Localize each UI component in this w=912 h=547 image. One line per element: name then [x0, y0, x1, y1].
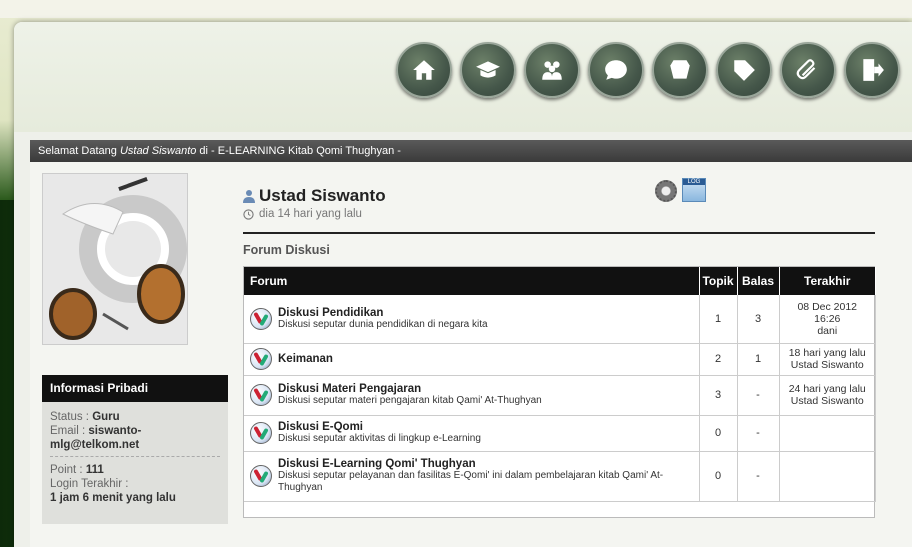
paperclip-icon: [796, 59, 816, 80]
welcome-prefix: Selamat Datang: [38, 145, 120, 157]
info-title: Informasi Pribadi: [42, 375, 228, 402]
last-time: 16:26: [814, 312, 841, 325]
clock-icon: [243, 208, 254, 220]
point-row: Point : 111: [50, 463, 220, 477]
forum-desc: Diskusi seputar pelayanan dan fasilitas …: [278, 470, 664, 493]
header-topik: Topik: [699, 267, 738, 295]
forum-title-link[interactable]: Diskusi E-Learning Qomi' Thughyan: [278, 458, 693, 470]
forum-icon: [250, 465, 272, 487]
forum-title-link[interactable]: Diskusi Pendidikan: [278, 307, 488, 319]
welcome-suffix: di - E-LEARNING Kitab Qomi Thughyan -: [196, 145, 401, 157]
last-post: [779, 451, 876, 502]
last-user: Ustad Siswanto: [790, 359, 864, 371]
balas-count: 1: [737, 343, 780, 376]
forum-section-title: Forum Diskusi: [243, 243, 330, 257]
user-icon: [243, 190, 255, 203]
last-post[interactable]: 24 hari yang lalu Ustad Siswanto: [779, 375, 876, 416]
nav-class-button[interactable]: [460, 42, 516, 98]
info-panel: Status : Guru Email : siswanto-mlg@telko…: [42, 402, 228, 524]
table-row: Diskusi Pendidikan Diskusi seputar dunia …: [244, 295, 876, 344]
forum-icon: [250, 307, 272, 330]
forum-title-link[interactable]: Diskusi E-Qomi: [278, 421, 481, 433]
forum-icon: [250, 384, 272, 406]
last-date: 08 Dec 2012: [797, 300, 858, 313]
user-block: Ustad Siswanto dia 14 hari yang lalu: [243, 186, 386, 220]
status-row: Status : Guru: [50, 410, 220, 424]
email-label: Email :: [50, 425, 89, 437]
login-value: 1 jam 6 menit yang lalu: [50, 492, 176, 504]
background-band: [0, 0, 912, 18]
login-label: Login Terakhir :: [50, 478, 129, 490]
topik-count: 2: [699, 343, 738, 376]
forum-desc: Diskusi seputar aktivitas di lingkup e-L…: [278, 433, 481, 444]
log-icon[interactable]: LOG: [682, 178, 706, 202]
table-row: Diskusi E-Qomi Diskusi seputar aktivitas …: [244, 415, 876, 452]
email-row: Email : siswanto-mlg@telkom.net: [50, 424, 220, 452]
tag-icon: [734, 60, 755, 81]
welcome-user-name: Ustad Siswanto: [119, 145, 197, 157]
table-row: Diskusi E-Learning Qomi' Thughyan Diskusi…: [244, 451, 876, 502]
forum-desc: Diskusi seputar materi pengajaran kitab …: [278, 395, 542, 406]
last-post[interactable]: 18 hari yang lalu Ustad Siswanto: [779, 343, 876, 376]
forum-icon: [250, 348, 272, 370]
user-header: Ustad Siswanto: [243, 186, 386, 206]
last-post[interactable]: 08 Dec 2012 16:26 dani: [779, 295, 876, 344]
table-row: Keimanan 2 1 18 hari yang lalu Ustad Sisw…: [244, 343, 876, 376]
table-row: Diskusi Materi Pengajaran Diskusi seputar…: [244, 375, 876, 416]
welcome-bar: Selamat Datang Ustad Siswanto di - E-LEA…: [30, 140, 912, 162]
divider: [243, 232, 875, 234]
forum-table: Forum Topik Balas Terakhir Diskusi Pendi…: [243, 266, 876, 518]
log-label: LOG: [683, 179, 705, 185]
forum-title-link[interactable]: Keimanan: [278, 353, 333, 365]
nav-attachment-button[interactable]: [780, 42, 836, 98]
header-forum: Forum: [244, 267, 700, 295]
balas-count: -: [737, 375, 780, 416]
topik-count: 0: [699, 451, 738, 502]
status-value: Guru: [92, 411, 120, 423]
last-date: 24 hari yang lalu: [788, 383, 866, 395]
last-post: [779, 415, 876, 452]
chat-bubble-icon: [605, 60, 627, 80]
last-date: 18 hari yang lalu: [788, 347, 866, 359]
header-terakhir: Terakhir: [779, 267, 876, 295]
logout-icon: [863, 59, 884, 81]
balas-count: -: [737, 415, 780, 452]
last-user: dani: [817, 324, 838, 337]
profile-photo: [42, 173, 188, 345]
nav-tag-button[interactable]: [716, 42, 772, 98]
nav-forum-button[interactable]: [588, 42, 644, 98]
point-label: Point :: [50, 464, 86, 476]
settings-gear-icon[interactable]: [655, 180, 677, 202]
nav-home-button[interactable]: [396, 42, 452, 98]
users-icon: [542, 61, 562, 80]
user-name[interactable]: Ustad Siswanto: [259, 186, 386, 206]
scooter-image: [43, 174, 187, 344]
nav-logout-button[interactable]: [844, 42, 900, 98]
forum-icon: [250, 422, 272, 444]
balas-count: -: [737, 451, 780, 502]
nav-bar: [396, 42, 900, 98]
topik-count: 1: [699, 295, 738, 344]
last-seen-row: dia 14 hari yang lalu: [243, 208, 386, 220]
last-seen: dia 14 hari yang lalu: [259, 208, 362, 220]
point-value: 111: [85, 464, 104, 476]
home-icon: [413, 60, 435, 80]
header-balas: Balas: [737, 267, 780, 295]
last-user: Ustad Siswanto: [790, 395, 864, 407]
graduation-cap-icon: [476, 61, 500, 78]
topik-count: 3: [699, 375, 738, 416]
nav-badge-button[interactable]: [652, 42, 708, 98]
info-divider: [50, 456, 220, 457]
nav-users-button[interactable]: [524, 42, 580, 98]
balas-count: 3: [737, 295, 780, 344]
forum-title-link[interactable]: Diskusi Materi Pengajaran: [278, 383, 542, 395]
badge-icon: [670, 60, 690, 79]
status-label: Status :: [50, 411, 93, 423]
forum-desc: Diskusi seputar dunia pendidikan di nega…: [278, 318, 488, 330]
topik-count: 0: [699, 415, 738, 452]
